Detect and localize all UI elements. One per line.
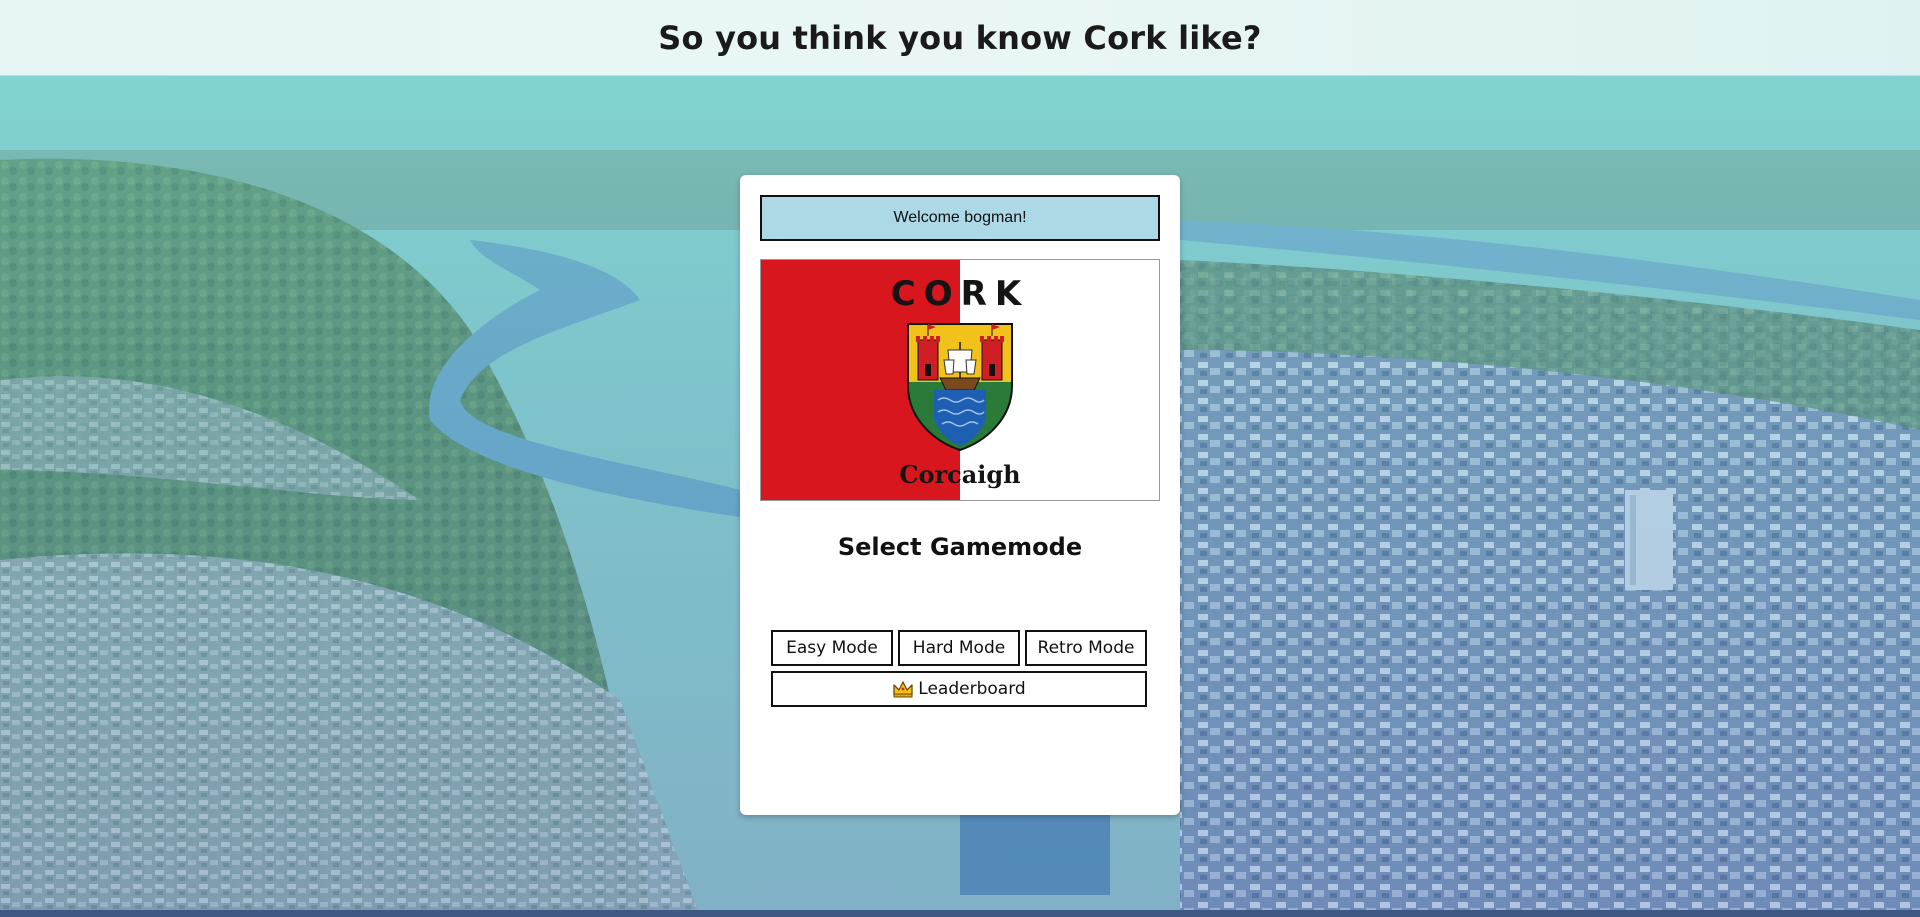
leaderboard-button[interactable]: Leaderboard [771, 671, 1147, 707]
easy-mode-button[interactable]: Easy Mode [771, 630, 893, 666]
page-title: So you think you know Cork like? [658, 18, 1262, 57]
cork-crest-icon [907, 323, 1013, 452]
hard-mode-button[interactable]: Hard Mode [898, 630, 1020, 666]
gamemode-buttons: Easy Mode Hard Mode Retro Mode [771, 630, 1147, 666]
welcome-banner: Welcome bogman! [760, 195, 1160, 241]
crown-icon [893, 681, 913, 698]
header-bar: So you think you know Cork like? [0, 0, 1920, 76]
leaderboard-label: Leaderboard [918, 679, 1026, 699]
main-card: Welcome bogman! CORK Corcaigh Select Gam… [740, 175, 1180, 815]
retro-mode-button[interactable]: Retro Mode [1025, 630, 1147, 666]
select-gamemode-heading: Select Gamemode [837, 533, 1083, 561]
flag-bottom-text: Corcaigh [899, 460, 1021, 489]
cork-flag-image: CORK Corcaigh [760, 259, 1160, 501]
flag-top-text: CORK [890, 274, 1030, 314]
page: So you think you know Cork like? Welcome… [0, 0, 1920, 917]
